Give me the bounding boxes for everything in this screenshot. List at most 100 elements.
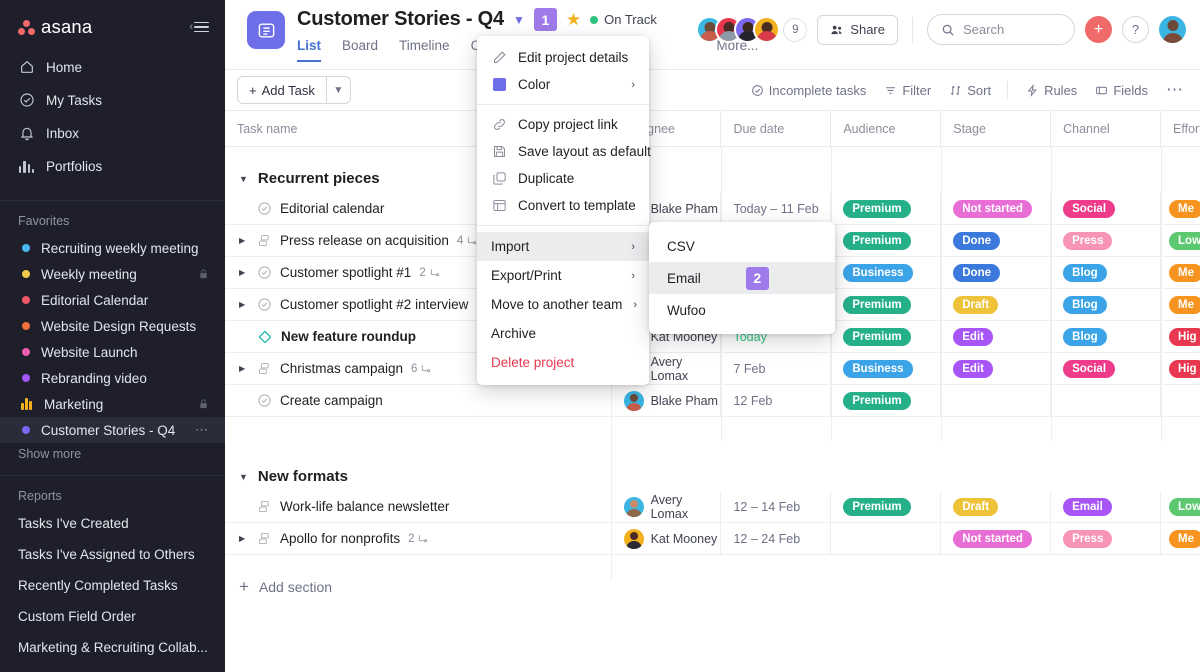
sidebar-item-inbox[interactable]: Inbox (0, 120, 225, 146)
channel-pill[interactable]: Email (1063, 497, 1112, 516)
section-header[interactable]: ▼ Recurrent pieces (225, 147, 1200, 193)
sidebar-item-weekly-meeting[interactable]: Weekly meeting (0, 261, 225, 287)
tab-board[interactable]: Board (342, 38, 378, 62)
column-header-audience[interactable]: Audience (830, 111, 940, 147)
audience-pill[interactable]: Premium (843, 231, 911, 250)
collapse-sidebar-icon[interactable]: ‹ (189, 21, 209, 33)
star-icon[interactable]: ★ (566, 10, 581, 30)
sidebar-report-tasks-ive-created[interactable]: Tasks I've Created (0, 510, 225, 536)
stage-pill[interactable]: Edit (953, 327, 993, 346)
row-expand-caret[interactable]: ▶ (239, 236, 249, 245)
channel-pill[interactable]: Press (1063, 529, 1113, 548)
effort-pill[interactable]: Me (1169, 295, 1200, 314)
avatar[interactable] (623, 528, 644, 549)
stage-pill[interactable]: Not started (953, 529, 1032, 548)
table-row[interactable]: ▶ Apollo for nonprofits 2 Kat Mooney 12 … (225, 522, 1200, 555)
add-section-button[interactable]: + Add section (225, 555, 1200, 597)
check-circle-icon[interactable] (257, 201, 272, 216)
due-date[interactable]: 12 – 14 Feb (720, 490, 830, 523)
table-row[interactable]: ▶ Christmas campaign 6 Avery Lomax 7 Feb… (225, 352, 1200, 385)
sidebar-item-recruiting-weekly-meeting[interactable]: Recruiting weekly meeting (0, 235, 225, 261)
table-row[interactable]: Work-life balance newsletter Avery Lomax… (225, 490, 1200, 523)
audience-pill[interactable]: Premium (843, 327, 911, 346)
caret-down-icon[interactable]: ▼ (239, 174, 248, 184)
sidebar-report-tasks-ive-assigned[interactable]: Tasks I've Assigned to Others (0, 541, 225, 567)
due-date[interactable]: 12 Feb (720, 384, 830, 417)
tab-timeline[interactable]: Timeline (399, 38, 450, 62)
section-header[interactable]: ▼ New formats (225, 417, 1200, 491)
avatar-overflow-count[interactable]: 9 (783, 17, 808, 42)
row-expand-caret[interactable]: ▶ (239, 534, 249, 543)
ellipsis-icon[interactable]: ⋯ (195, 422, 209, 438)
sidebar-item-portfolios[interactable]: Portfolios (0, 153, 225, 179)
channel-pill[interactable]: Blog (1063, 263, 1107, 282)
add-task-button[interactable]: + Add Task ▼ (237, 76, 351, 104)
avatar[interactable] (623, 390, 644, 411)
channel-pill[interactable]: Blog (1063, 327, 1107, 346)
column-header-stage[interactable]: Stage (940, 111, 1050, 147)
effort-pill[interactable]: Hig (1169, 359, 1200, 378)
row-expand-caret[interactable]: ▶ (239, 300, 249, 309)
asana-logo[interactable]: asana (18, 16, 92, 38)
effort-pill[interactable]: Low (1169, 497, 1200, 516)
sidebar-show-more[interactable]: Show more (0, 443, 225, 471)
stage-pill[interactable]: Done (953, 231, 1000, 250)
menu-item-export-print[interactable]: Export/Print › (477, 261, 649, 290)
stage-pill[interactable]: Not started (953, 199, 1032, 218)
submenu-item-email[interactable]: Email 2 (649, 262, 835, 294)
menu-item-save-layout-as-default[interactable]: Save layout as default (477, 138, 651, 165)
ellipsis-icon[interactable]: ⋯ (1166, 80, 1184, 100)
chevron-down-icon[interactable]: ▼ (513, 13, 525, 27)
search-input[interactable]: Search (927, 14, 1075, 45)
status-badge[interactable]: On Track (590, 12, 657, 27)
rules-button[interactable]: Rules (1026, 83, 1077, 98)
chevron-down-icon[interactable]: ▼ (325, 77, 350, 103)
row-expand-caret[interactable]: ▶ (239, 268, 249, 277)
diamond-icon[interactable] (257, 329, 273, 345)
menu-item-duplicate[interactable]: Duplicate (477, 165, 649, 192)
menu-item-import[interactable]: Import › (477, 232, 649, 261)
help-button[interactable]: ? (1122, 16, 1149, 43)
check-circle-icon[interactable] (257, 297, 272, 312)
menu-item-archive[interactable]: Archive (477, 319, 649, 348)
sort-button[interactable]: Sort (949, 83, 991, 98)
avatar[interactable] (1159, 16, 1186, 43)
menu-item-edit-project-details[interactable]: Edit project details (477, 44, 649, 71)
incomplete-tasks-button[interactable]: Incomplete tasks (751, 83, 866, 98)
submenu-item-wufoo[interactable]: Wufoo (649, 294, 835, 326)
sidebar-item-rebranding-video[interactable]: Rebranding video (0, 365, 225, 391)
effort-pill[interactable]: Low (1169, 231, 1200, 250)
filter-button[interactable]: Filter (884, 83, 931, 98)
check-circle-icon[interactable] (257, 393, 272, 408)
channel-pill[interactable]: Social (1063, 199, 1116, 218)
tab-list[interactable]: List (297, 38, 322, 62)
audience-pill[interactable]: Business (843, 263, 913, 282)
effort-pill[interactable]: Me (1169, 529, 1200, 548)
submenu-item-csv[interactable]: CSV (649, 230, 835, 262)
audience-pill[interactable]: Premium (843, 497, 911, 516)
sidebar-report-recently-completed[interactable]: Recently Completed Tasks (0, 572, 225, 598)
menu-item-delete-project[interactable]: Delete project (477, 348, 649, 377)
sidebar-item-website-launch[interactable]: Website Launch (0, 339, 225, 365)
due-date[interactable]: 12 – 24 Feb (720, 522, 830, 555)
menu-item-convert-to-template[interactable]: Convert to template (477, 192, 649, 219)
table-row[interactable]: Editorial calendar Blake Pham Today – 11… (225, 192, 1200, 225)
audience-pill[interactable]: Premium (843, 295, 911, 314)
row-expand-caret[interactable]: ▶ (239, 364, 249, 373)
effort-pill[interactable]: Me (1169, 199, 1200, 218)
table-row[interactable]: Create campaign Blake Pham 12 Feb Premiu… (225, 384, 1200, 417)
sidebar-item-home[interactable]: Home (0, 54, 225, 80)
column-header-due-date[interactable]: Due date (720, 111, 830, 147)
audience-pill[interactable]: Premium (843, 199, 911, 218)
effort-pill[interactable]: Hig (1169, 327, 1200, 346)
audience-pill[interactable]: Premium (843, 391, 911, 410)
sidebar-report-custom-field-order[interactable]: Custom Field Order (0, 603, 225, 629)
sidebar-item-website-design-requests[interactable]: Website Design Requests (0, 313, 225, 339)
sidebar-item-customer-stories-q4[interactable]: Customer Stories - Q4 ⋯ (0, 417, 225, 443)
fields-button[interactable]: Fields (1095, 83, 1148, 98)
sidebar-report-marketing-recruiting[interactable]: Marketing & Recruiting Collab... (0, 634, 225, 660)
avatar[interactable] (753, 16, 781, 43)
column-header-effort[interactable]: Effort (1160, 111, 1200, 147)
create-button[interactable]: + (1085, 16, 1112, 43)
sidebar-report-assigned-reports[interactable]: Assigned Reports (0, 665, 225, 672)
